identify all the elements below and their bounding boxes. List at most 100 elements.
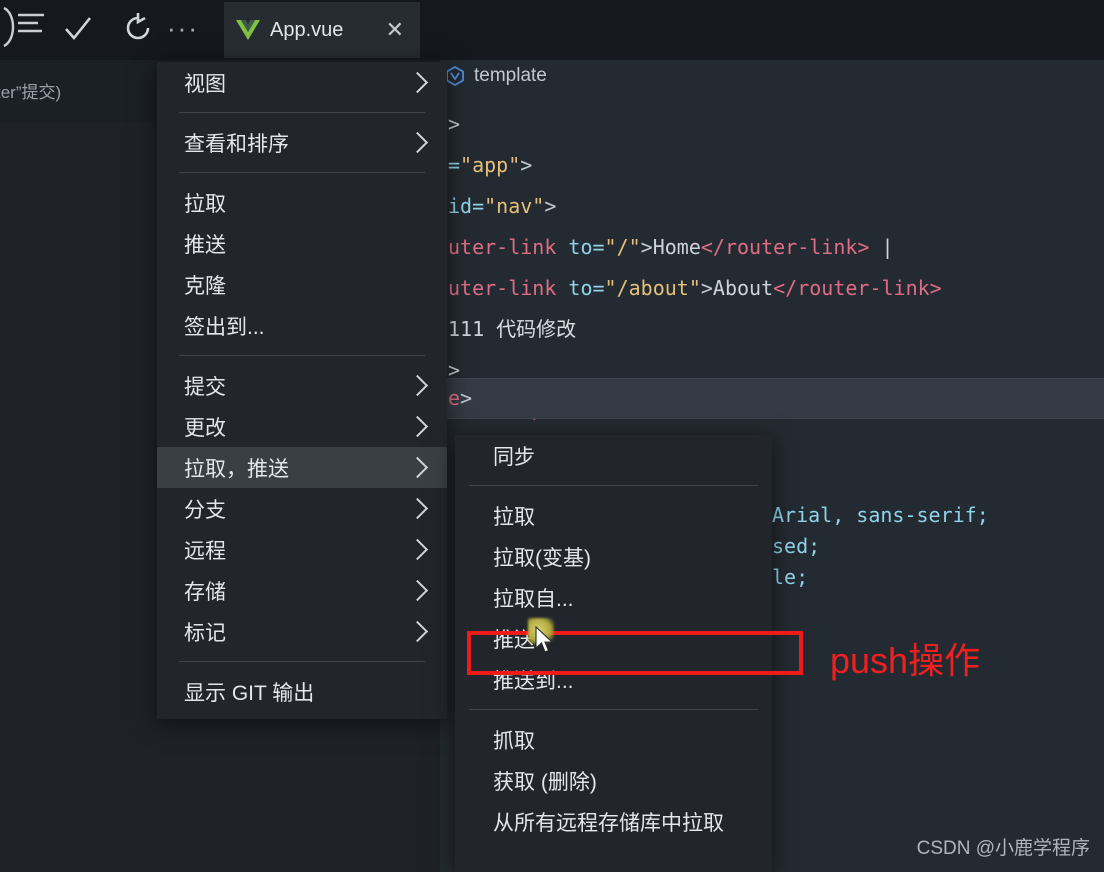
code-token: "nav" [484,194,545,218]
git-context-menu[interactable]: 视图查看和排序拉取推送克隆签出到... 提交更改拉取，推送分支远程存储标记显示 G… [157,62,447,719]
code-token: to= [568,276,605,300]
code-token: > [640,235,653,259]
code-line: 111 代码修改 [440,309,1104,350]
menu-item-label: 更改 [184,416,226,440]
submenu-item-pull[interactable]: 拉取 [455,495,772,536]
ide-window: ··· App.vue ✕ ter”提交) template > ="app"> i… [0,0,1104,872]
code-token: | [869,235,894,259]
editor-tab-app-vue[interactable]: App.vue ✕ [224,2,420,58]
mouse-pointer [525,618,569,666]
vue-file-icon [236,19,260,41]
code-line: ="app"> [440,145,1104,186]
menu-item-label: 分支 [184,498,226,522]
submenu-item-pull-from[interactable]: 拉取自... [455,577,772,618]
menu-item-label: 视图 [184,72,226,96]
vue-component-icon [444,65,466,87]
more-actions-icon[interactable]: ··· [165,10,201,46]
code-line: id="nav"> [440,186,1104,227]
breadcrumb[interactable]: template [444,65,547,87]
chevron-right-icon [406,620,429,643]
code-token: "/" [604,235,641,259]
code-token: > [448,112,461,136]
code-token: "app" [460,153,521,177]
scm-toolbar: ··· [0,0,1104,60]
submenu-item-fetch-prune[interactable]: 获取 (删除) [455,760,772,801]
submenu-item-pull-from-all[interactable]: 从所有远程存储库中拉取 [455,801,772,842]
menu-item-label: 推送 [184,233,226,257]
menu-item-pull-push[interactable]: 拉取，推送 [157,447,447,488]
menu-item-checkout-to[interactable]: 签出到... [157,305,447,346]
menu-item-label: 远程 [184,539,226,563]
code-token: uter-link [448,276,569,300]
commit-check-icon[interactable] [60,10,96,46]
current-line-code: e> [448,378,472,419]
menu-item-label: 显示 GIT 输出 [184,681,315,705]
menu-item-label: 拉取自... [493,587,574,611]
code-token: > [460,386,473,410]
submenu-item-push[interactable]: 推送 [455,618,772,659]
menu-item-pull[interactable]: 拉取 [157,182,447,223]
menu-item-label: 克隆 [184,274,226,298]
menu-item-clone[interactable]: 克隆 [157,264,447,305]
code-line: sed; [772,534,821,558]
submenu-item-pull-rebase[interactable]: 拉取(变基) [455,536,772,577]
close-icon[interactable]: ✕ [382,17,408,43]
menu-item-view[interactable]: 视图 [157,62,447,103]
style-code-fragment: Arial, sans-serif; sed; le; [772,500,1104,593]
refresh-icon[interactable] [120,10,156,46]
menu-item-commit[interactable]: 提交 [157,365,447,406]
menu-item-label: 抓取 [493,729,535,753]
menu-item-label: 提交 [184,375,226,399]
chevron-right-icon [406,579,429,602]
menu-item-label: 从所有远程存储库中拉取 [493,811,724,835]
git-pull-push-submenu[interactable]: 同步拉取拉取(变基) 拉取自... 推送推送到... 抓取获取 (删除) 从所有远程存储… [455,435,772,872]
code-token: id= [448,194,485,218]
menu-item-label: 拉取(变基) [493,546,591,570]
code-token: 代码修改 [496,317,577,341]
code-token: > [544,194,557,218]
code-token: > [520,153,533,177]
code-token: > [700,276,713,300]
annotation-label: push操作 [830,640,981,681]
chevron-right-icon [406,374,429,397]
menu-item-label: 签出到... [184,315,265,339]
code-line: uter-link to="/about">About</router-link… [440,268,1104,309]
breadcrumb-label: template [474,65,547,86]
code-token: </router-link> [700,235,870,259]
code-token: to= [568,235,605,259]
code-token: Home [652,235,701,259]
menu-item-push[interactable]: 推送 [157,223,447,264]
menu-item-remote[interactable]: 远程 [157,529,447,570]
code-token: </router-link> [773,276,942,300]
chevron-right-icon [406,131,429,154]
submenu-item-fetch[interactable]: 抓取 [455,719,772,760]
current-line-highlight [440,378,1104,419]
menu-item-label: 拉取，推送 [184,457,289,481]
commit-input-hint: ter”提交) [0,83,62,102]
menu-separator [469,485,758,486]
submenu-item-sync[interactable]: 同步 [455,435,772,476]
menu-separator [469,709,758,710]
watermark: CSDN @小鹿学程序 [916,838,1090,859]
menu-item-label: 拉取 [184,192,226,216]
commit-message-lines-icon [2,6,50,48]
editor-tab-label: App.vue [270,18,344,41]
code-token: = [448,153,461,177]
chevron-right-icon [406,497,429,520]
menu-separator [179,112,425,113]
menu-item-label: 推送到... [493,669,574,693]
menu-item-view-and-sort[interactable]: 查看和排序 [157,122,447,163]
menu-item-show-git-output[interactable]: 显示 GIT 输出 [157,671,447,712]
chevron-right-icon [406,538,429,561]
menu-separator [179,172,425,173]
menu-item-stash[interactable]: 存储 [157,570,447,611]
menu-item-branch[interactable]: 分支 [157,488,447,529]
menu-item-changes[interactable]: 更改 [157,406,447,447]
menu-item-label: 同步 [493,445,535,469]
submenu-item-push-to[interactable]: 推送到... [455,659,772,700]
code-line: le; [772,565,809,589]
menu-item-label: 查看和排序 [184,132,289,156]
code-line: > [440,104,1104,145]
menu-item-label: 存储 [184,580,226,604]
menu-item-tags[interactable]: 标记 [157,611,447,652]
